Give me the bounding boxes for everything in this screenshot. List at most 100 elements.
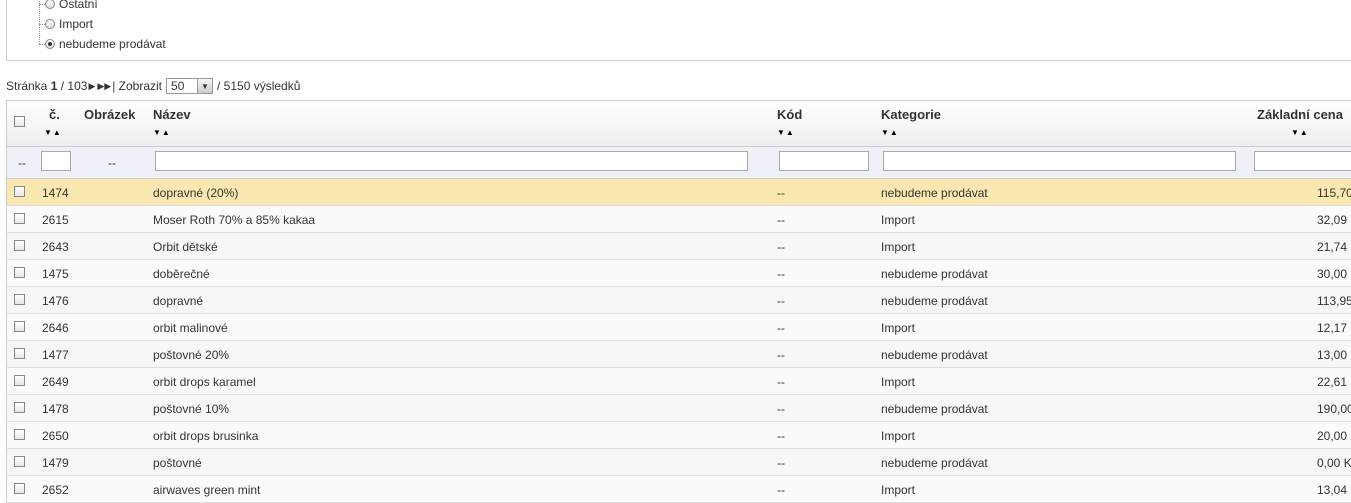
row-name: orbit drops brusinka — [153, 429, 259, 443]
row-price: 30,00 Kč — [1317, 267, 1351, 281]
table-row[interactable]: 2646 orbit malinové -- Import 12,17 Kč — [6, 314, 1351, 341]
row-id: 2643 — [42, 240, 69, 254]
table-row[interactable]: 2650 orbit drops brusinka -- Import 20,00 Kč — [6, 422, 1351, 449]
row-checkbox[interactable] — [14, 348, 25, 359]
row-code: -- — [777, 456, 785, 470]
row-name: doběrečné — [153, 267, 210, 281]
table-row[interactable]: 1479 poštovné -- nebudeme prodávat 0,00 Kč — [6, 449, 1351, 476]
row-checkbox[interactable] — [14, 294, 25, 305]
row-checkbox[interactable] — [14, 213, 25, 224]
table-row[interactable]: 1475 doběrečné -- nebudeme prodávat 30,00 Kč — [6, 260, 1351, 287]
grid-header: č. ▼▲ Obrázek Název ▼▲ Kód ▼▲ Kategorie … — [6, 100, 1351, 147]
row-id: 1477 — [42, 348, 69, 362]
tree-item-label: Import — [59, 17, 94, 31]
sort-arrows-icon[interactable]: ▼▲ — [153, 128, 171, 137]
row-id: 1474 — [42, 186, 69, 200]
row-price: 32,09 Kč — [1317, 213, 1351, 227]
row-checkbox[interactable] — [14, 240, 25, 251]
row-id: 1479 — [42, 456, 69, 470]
table-row[interactable]: 2615 Moser Roth 70% a 85% kakaa -- Import 32… — [6, 206, 1351, 233]
radio-ostatni[interactable] — [45, 0, 55, 9]
row-code: -- — [777, 186, 785, 200]
row-code: -- — [777, 267, 785, 281]
total-pages: / 103 — [60, 79, 88, 93]
column-header-category[interactable]: Kategorie — [881, 107, 941, 122]
column-header-number[interactable]: č. — [49, 107, 60, 122]
category-filter-input[interactable] — [883, 151, 1236, 171]
row-price: 22,61 Kč — [1317, 375, 1351, 389]
row-checkbox[interactable] — [14, 429, 25, 440]
row-price: 13,00 Kč — [1317, 348, 1351, 362]
table-row[interactable]: 1474 dopravné (20%) -- nebudeme prodávat 115… — [6, 179, 1351, 206]
tree-connector — [39, 0, 40, 44]
row-category: Import — [881, 375, 916, 389]
sort-arrows-icon[interactable]: ▼▲ — [881, 128, 899, 137]
row-id: 1476 — [42, 294, 69, 308]
radio-import[interactable] — [45, 19, 55, 29]
table-row[interactable]: 1478 poštovné 10% -- nebudeme prodávat 190,0… — [6, 395, 1351, 422]
column-header-code[interactable]: Kód — [777, 107, 802, 122]
row-code: -- — [777, 375, 785, 389]
row-price: 13,04 Kč — [1317, 483, 1351, 497]
table-row[interactable]: 1477 poštovné 20% -- nebudeme prodávat 13,00… — [6, 341, 1351, 368]
row-category: Import — [881, 240, 916, 254]
row-price: 113,95 Kč — [1317, 294, 1351, 308]
row-price: 21,74 Kč — [1317, 240, 1351, 254]
row-checkbox[interactable] — [14, 456, 25, 467]
table-row[interactable]: 2649 orbit drops karamel -- Import 22,61 Kč — [6, 368, 1351, 395]
code-filter-input[interactable] — [779, 151, 869, 171]
chevron-down-icon[interactable]: ▼ — [197, 79, 213, 93]
row-checkbox[interactable] — [14, 267, 25, 278]
price-filter-input[interactable] — [1254, 151, 1351, 171]
row-checkbox[interactable] — [14, 483, 25, 494]
row-checkbox[interactable] — [14, 321, 25, 332]
row-id: 2615 — [42, 213, 69, 227]
row-code: -- — [777, 294, 785, 308]
row-category: nebudeme prodávat — [881, 294, 988, 308]
row-code: -- — [777, 240, 785, 254]
next-page-icon[interactable]: ▶ — [88, 81, 95, 92]
row-name: dopravné (20%) — [153, 186, 239, 200]
table-row[interactable]: 2652 airwaves green mint -- Import 13,04 Kč — [6, 476, 1351, 503]
last-page-icon[interactable]: ▶▶ — [97, 81, 111, 92]
sort-arrows-icon[interactable]: ▼▲ — [777, 128, 795, 137]
tree-item-nebudeme-prodavat[interactable]: nebudeme prodávat — [45, 36, 166, 52]
row-category: nebudeme prodávat — [881, 267, 988, 281]
row-price: 12,17 Kč — [1317, 321, 1351, 335]
row-name: orbit drops karamel — [153, 375, 256, 389]
number-filter-input[interactable] — [41, 151, 71, 171]
radio-nebudeme-prodavat[interactable] — [45, 39, 55, 49]
name-filter-input[interactable] — [155, 151, 748, 171]
row-id: 1478 — [42, 402, 69, 416]
sort-arrows-icon[interactable]: ▼▲ — [1291, 128, 1309, 137]
tree-item-ostatni[interactable]: Ostatní — [45, 0, 98, 12]
row-checkbox[interactable] — [14, 375, 25, 386]
row-checkbox[interactable] — [14, 402, 25, 413]
column-header-name[interactable]: Název — [153, 107, 191, 122]
row-checkbox[interactable] — [14, 186, 25, 197]
table-row[interactable]: 2643 Orbit dětské -- Import 21,74 Kč — [6, 233, 1351, 260]
row-category: nebudeme prodávat — [881, 402, 988, 416]
per-page-select[interactable]: 50 ▼ — [166, 78, 214, 94]
row-name: poštovné — [153, 456, 202, 470]
select-filter-placeholder: -- — [18, 156, 26, 170]
sort-arrows-icon[interactable]: ▼▲ — [44, 128, 62, 137]
row-price: 0,00 Kč — [1317, 456, 1351, 470]
row-name: Orbit dětské — [153, 240, 218, 254]
select-all-checkbox[interactable] — [14, 116, 25, 127]
column-header-price[interactable]: Základní cena — [1257, 107, 1343, 122]
row-category: Import — [881, 483, 916, 497]
row-code: -- — [777, 483, 785, 497]
show-label: | Zobrazit — [112, 79, 163, 93]
current-page: 1 — [50, 79, 58, 93]
tree-item-import[interactable]: Import — [45, 16, 93, 32]
row-code: -- — [777, 213, 785, 227]
tree-item-label: Ostatní — [59, 0, 98, 11]
tree-item-label: nebudeme prodávat — [59, 37, 166, 51]
row-category: Import — [881, 213, 916, 227]
row-name: Moser Roth 70% a 85% kakaa — [153, 213, 316, 227]
row-code: -- — [777, 402, 785, 416]
row-category: nebudeme prodávat — [881, 186, 988, 200]
table-row[interactable]: 1476 dopravné -- nebudeme prodávat 113,95 Kč — [6, 287, 1351, 314]
row-name: poštovné 10% — [153, 402, 230, 416]
